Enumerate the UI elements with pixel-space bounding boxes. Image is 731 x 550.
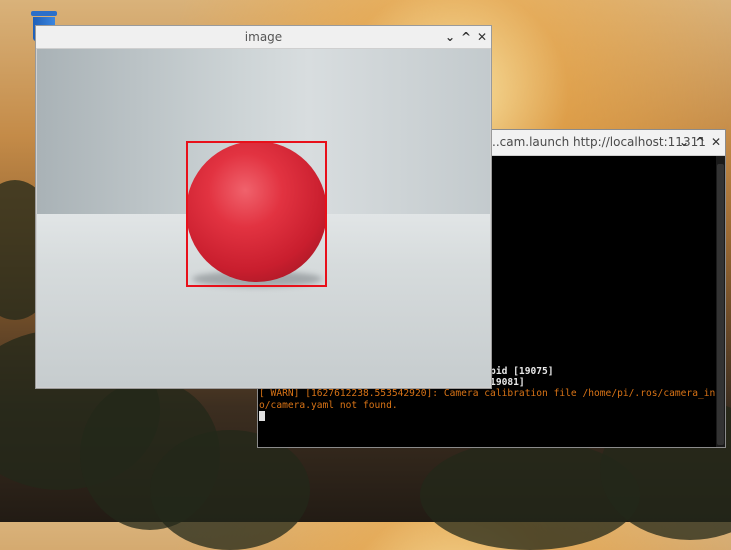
detection-bounding-box	[186, 141, 327, 287]
image-window-title: image	[244, 30, 283, 44]
terminal-line: o/camera.yaml not found.	[259, 399, 398, 411]
image-window[interactable]: image ⌄ ^ ✕	[35, 25, 492, 389]
camera-image	[37, 49, 490, 387]
terminal-title: ..cam.launch http://localhost:11311	[492, 135, 706, 149]
terminal-cursor	[259, 411, 265, 422]
terminal-scrollbar[interactable]	[716, 156, 725, 447]
terminal-cursor-line	[259, 411, 715, 422]
minimize-button[interactable]: ⌄	[676, 134, 692, 150]
close-button[interactable]: ✕	[708, 134, 724, 150]
image-title-bar[interactable]: image ⌄ ^ ✕	[36, 26, 491, 49]
terminal-line: [ WARN] [1627612238.553542920]: Camera c…	[259, 388, 715, 400]
maximize-button[interactable]: ^	[692, 134, 708, 150]
close-button[interactable]: ✕	[474, 29, 490, 45]
maximize-button[interactable]: ^	[458, 29, 474, 45]
minimize-button[interactable]: ⌄	[442, 29, 458, 45]
